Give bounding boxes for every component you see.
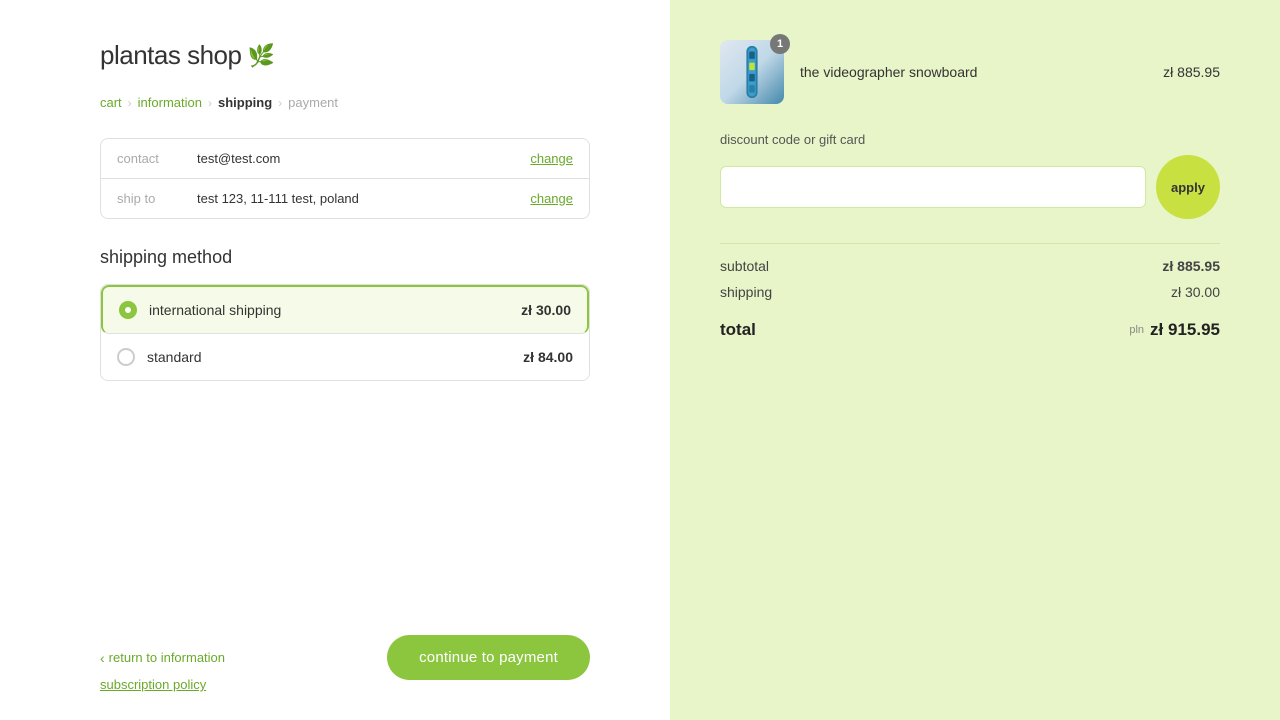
breadcrumb: cart › information › shipping › payment [100, 95, 590, 110]
back-label: return to information [109, 650, 225, 665]
breadcrumb-cart[interactable]: cart [100, 95, 122, 110]
shipping-row: shipping zł 30.00 [720, 284, 1220, 300]
snowboard-svg [732, 44, 772, 100]
contact-row: contact test@test.com change [101, 139, 589, 179]
left-panel: plantas shop 🌿 cart › information › ship… [0, 0, 670, 720]
radio-international[interactable] [119, 301, 137, 319]
product-badge: 1 [770, 34, 790, 54]
breadcrumb-payment: payment [288, 95, 338, 110]
breadcrumb-sep-2: › [208, 96, 212, 110]
breadcrumb-sep-3: › [278, 96, 282, 110]
leaf-icon: 🌿 [247, 43, 274, 69]
total-right: pln zł 915.95 [1129, 320, 1220, 340]
option-standard-price: zł 84.00 [523, 349, 573, 365]
apply-button[interactable]: apply [1156, 155, 1220, 219]
total-row: total pln zł 915.95 [720, 320, 1220, 340]
logo-text: plantas shop [100, 40, 241, 71]
subtotal-row: subtotal zł 885.95 [720, 258, 1220, 274]
option-international-label: international shipping [149, 302, 521, 318]
shipping-option-standard[interactable]: standard zł 84.00 [101, 334, 589, 380]
total-value: zł 915.95 [1150, 320, 1220, 340]
discount-row: apply [720, 155, 1220, 219]
shipping-method-title: shipping method [100, 247, 590, 268]
back-link[interactable]: ‹ return to information [100, 650, 225, 666]
ship-to-row: ship to test 123, 11-111 test, poland ch… [101, 179, 589, 218]
discount-label: discount code or gift card [720, 132, 1220, 147]
logo-area: plantas shop 🌿 [100, 40, 590, 71]
total-label: total [720, 320, 756, 340]
product-image-wrapper: 1 [720, 40, 784, 104]
info-box: contact test@test.com change ship to tes… [100, 138, 590, 219]
discount-input[interactable] [720, 166, 1146, 208]
breadcrumb-sep-1: › [128, 96, 132, 110]
continue-button[interactable]: continue to payment [387, 635, 590, 680]
ship-to-label: ship to [117, 191, 197, 206]
shipping-value: zł 30.00 [1171, 284, 1220, 300]
breadcrumb-information[interactable]: information [138, 95, 202, 110]
shipping-options: international shipping zł 30.00 standard… [100, 284, 590, 381]
right-panel: 1 the videographer snowboard zł 885.95 d… [670, 0, 1280, 720]
product-row: 1 the videographer snowboard zł 885.95 [720, 40, 1220, 104]
shipping-option-international[interactable]: international shipping zł 30.00 [101, 285, 589, 334]
ship-to-change-link[interactable]: change [530, 191, 573, 206]
subtotal-value: zł 885.95 [1162, 258, 1220, 274]
option-standard-label: standard [147, 349, 523, 365]
ship-to-value: test 123, 11-111 test, poland [197, 191, 530, 206]
subscription-policy-link[interactable]: subscription policy [100, 677, 206, 692]
option-international-price: zł 30.00 [521, 302, 571, 318]
bottom-actions: ‹ return to information continue to paym… [100, 635, 590, 680]
subtotal-label: subtotal [720, 258, 769, 274]
contact-change-link[interactable]: change [530, 151, 573, 166]
breadcrumb-shipping: shipping [218, 95, 272, 110]
contact-label: contact [117, 151, 197, 166]
shipping-label: shipping [720, 284, 772, 300]
radio-standard[interactable] [117, 348, 135, 366]
total-currency-note: pln [1129, 324, 1144, 336]
summary-divider [720, 243, 1220, 244]
back-arrow-icon: ‹ [100, 650, 105, 666]
contact-value: test@test.com [197, 151, 530, 166]
product-price: zł 885.95 [1163, 64, 1220, 80]
product-name: the videographer snowboard [800, 64, 1147, 80]
